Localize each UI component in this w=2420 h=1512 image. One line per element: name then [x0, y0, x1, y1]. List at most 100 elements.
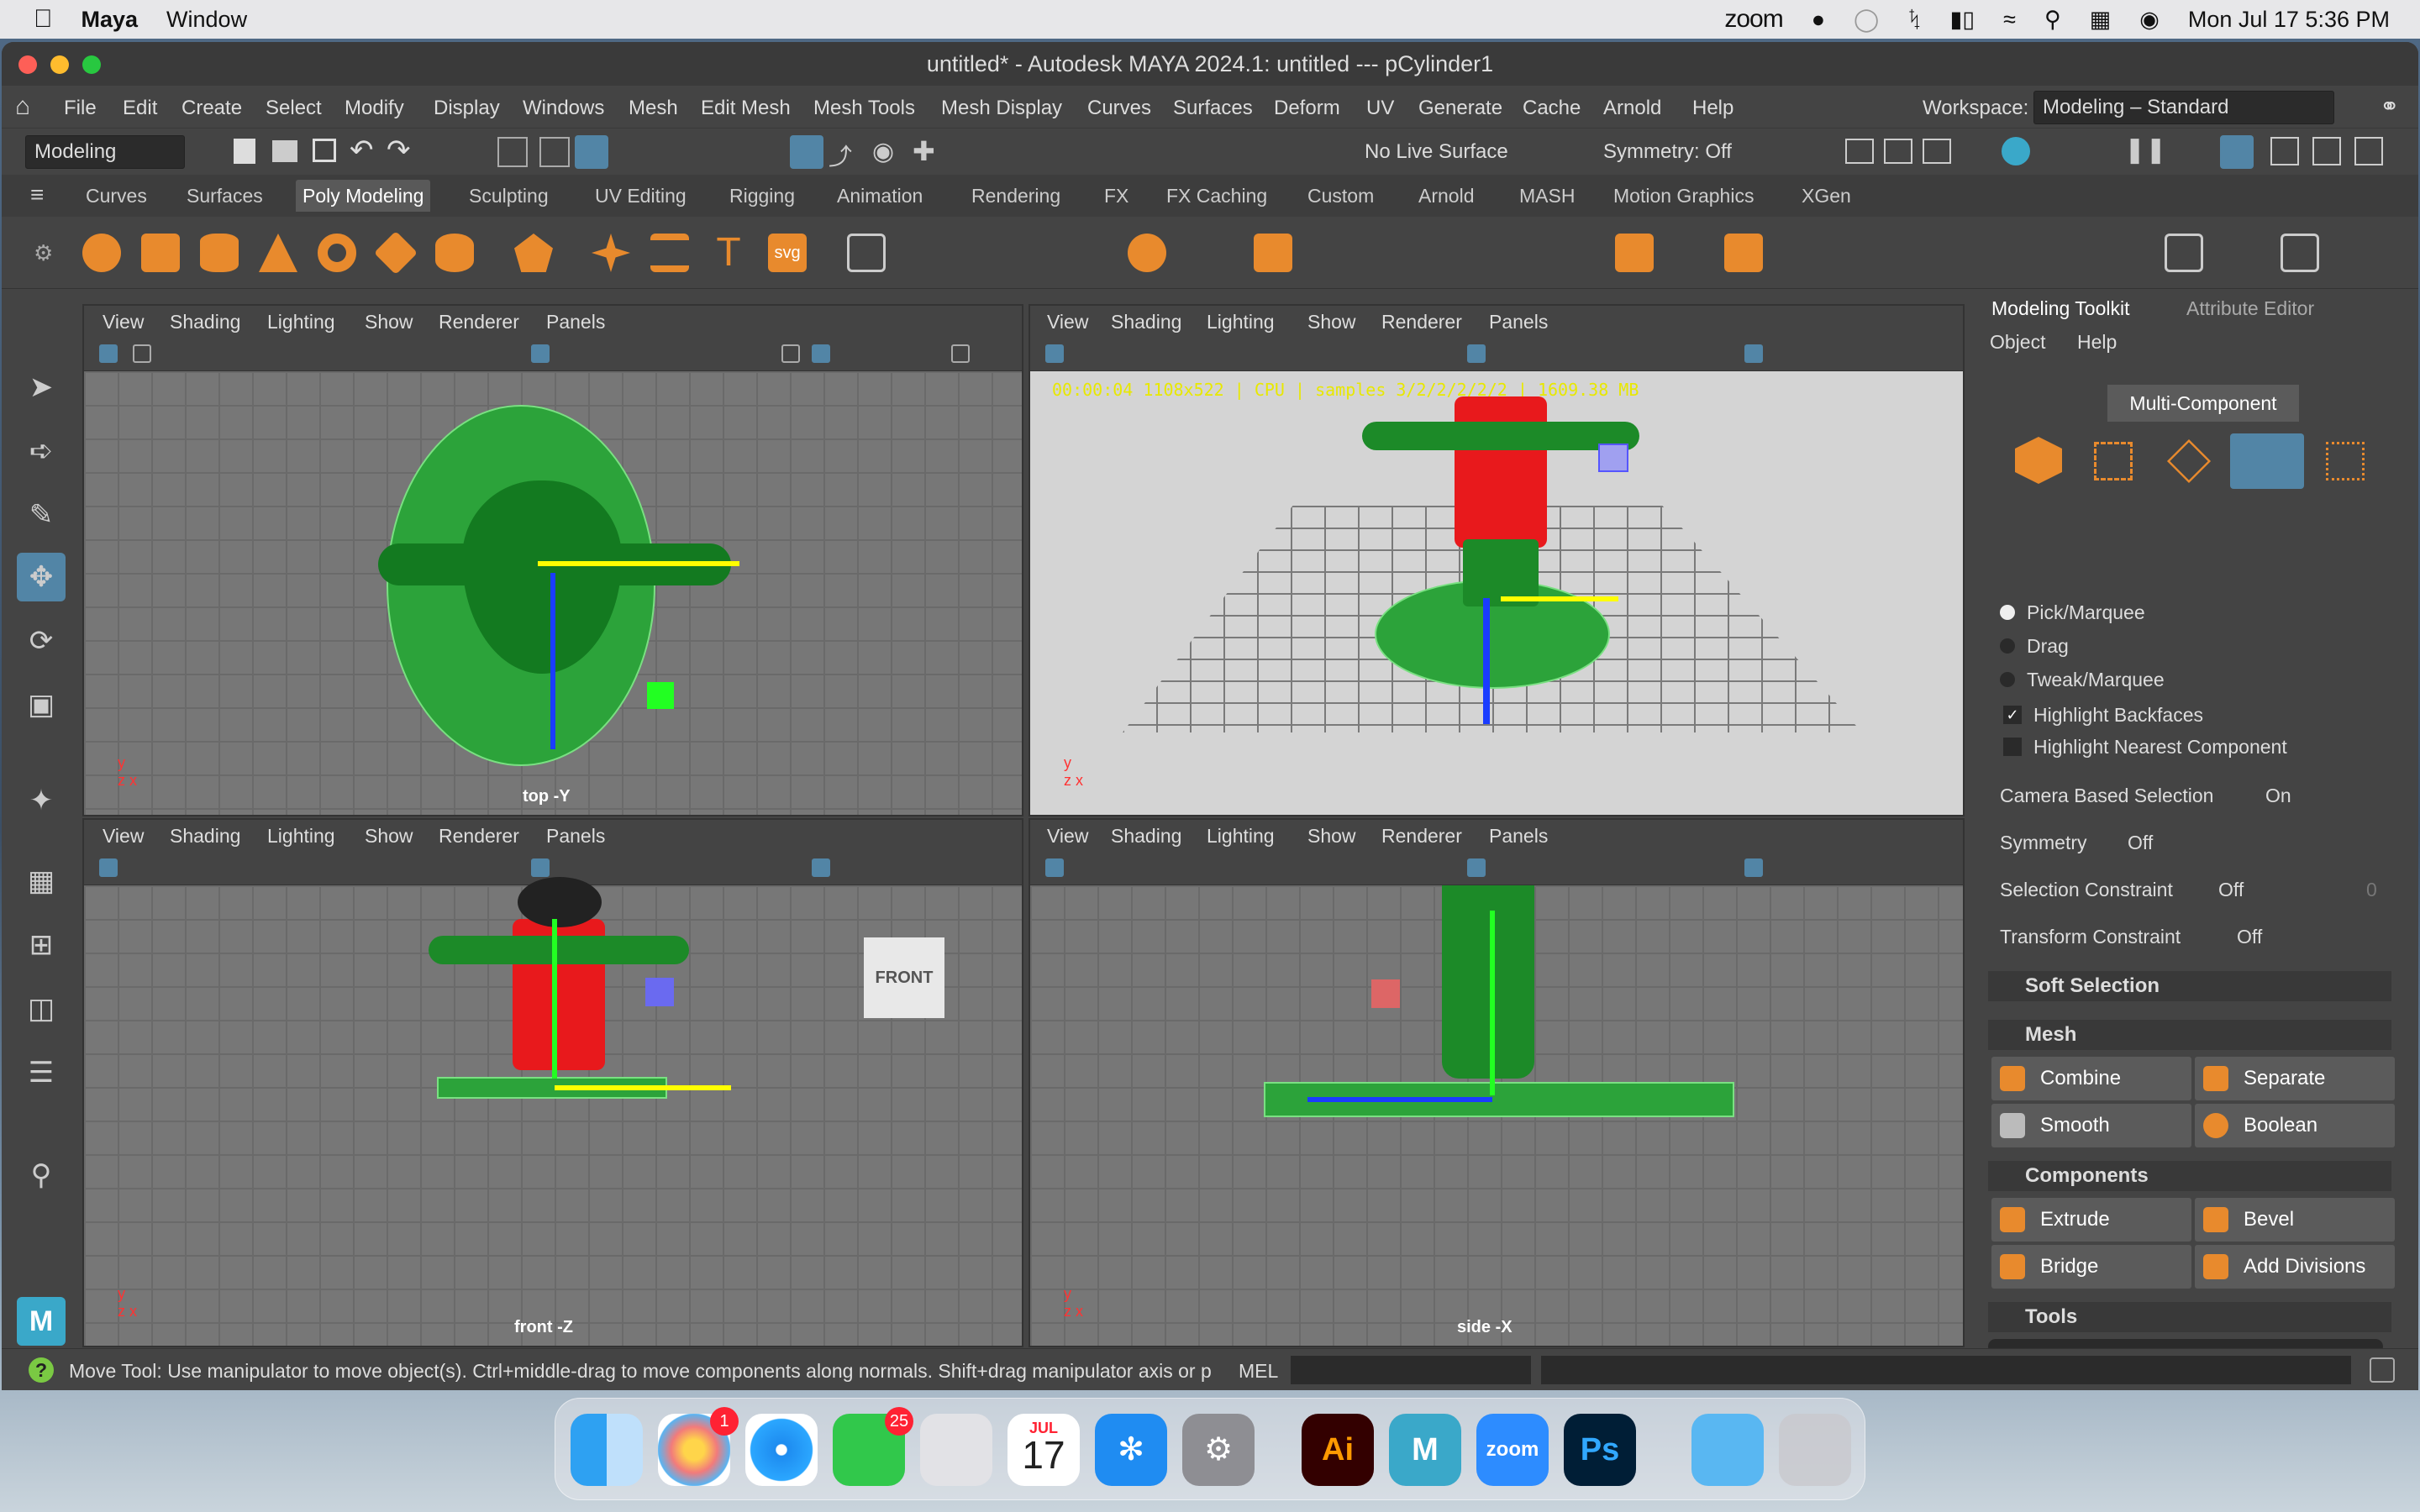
- mel-command-input[interactable]: [1291, 1356, 1531, 1384]
- transform-constraint-value[interactable]: Off: [2237, 926, 2262, 948]
- vp-front-menu-view[interactable]: View: [103, 825, 144, 848]
- checkbox-highlight-backfaces[interactable]: ✓: [2003, 706, 2022, 724]
- persp-grid-icon[interactable]: [1467, 344, 1486, 363]
- menu-display[interactable]: Display: [434, 97, 500, 120]
- bridge-shelf-icon[interactable]: [1724, 234, 1763, 272]
- downloads-folder-icon[interactable]: [1691, 1414, 1764, 1486]
- side-shade-icon[interactable]: [1744, 858, 1763, 877]
- menu-mesh[interactable]: Mesh: [629, 97, 678, 120]
- pause-render-icon[interactable]: ❚❚: [2124, 135, 2166, 165]
- app-store-icon[interactable]: ✻: [1095, 1414, 1167, 1486]
- single-view-icon[interactable]: ▦: [17, 857, 66, 906]
- manipulator-x-axis[interactable]: [538, 561, 739, 566]
- smooth-button[interactable]: Smooth: [1991, 1104, 2191, 1147]
- vp-persp-menu-show[interactable]: Show: [1307, 311, 1356, 333]
- paint-select-icon[interactable]: ✎: [17, 491, 66, 539]
- menu-edit-mesh[interactable]: Edit Mesh: [701, 97, 791, 120]
- lasso-tool-icon[interactable]: ➪: [17, 427, 66, 475]
- bluetooth-icon[interactable]: ᛪ: [1907, 7, 1921, 33]
- viewport-persp-canvas[interactable]: 00:00:04 1108x522 | CPU | samples 3/2/2/…: [1030, 371, 1963, 815]
- illustrator-icon[interactable]: Ai: [1302, 1414, 1374, 1486]
- close-button[interactable]: [18, 55, 37, 74]
- svg-tool-icon[interactable]: svg: [768, 234, 807, 272]
- vp-side-menu-view[interactable]: View: [1047, 825, 1088, 848]
- camera-based-selection-value[interactable]: On: [2265, 785, 2291, 807]
- menu-deform[interactable]: Deform: [1274, 97, 1340, 120]
- shelf-tab-uv-editing[interactable]: UV Editing: [595, 185, 687, 207]
- radio-tweak-marquee[interactable]: [2000, 672, 2015, 687]
- vp-top-menu-show[interactable]: Show: [365, 311, 413, 333]
- vp-front-menu-renderer[interactable]: Renderer: [439, 825, 519, 848]
- select-tool-icon[interactable]: ➤: [17, 363, 66, 412]
- bookmark-icon[interactable]: [133, 344, 151, 363]
- trash-icon[interactable]: [1779, 1414, 1851, 1486]
- snap-view-icon[interactable]: ✚: [913, 135, 935, 167]
- manipulator-z-side[interactable]: [1307, 1097, 1492, 1102]
- add-divisions-button[interactable]: Add Divisions: [2195, 1245, 2395, 1289]
- shelf-tab-mash[interactable]: MASH: [1519, 185, 1575, 207]
- quad-draw-icon[interactable]: [2281, 234, 2319, 272]
- scale-tool-icon[interactable]: ▣: [17, 680, 66, 729]
- bevel-button[interactable]: Bevel: [2195, 1198, 2395, 1242]
- workspace-dropdown[interactable]: Modeling – Standard: [2033, 91, 2334, 124]
- bridge-button[interactable]: Bridge: [1991, 1245, 2191, 1289]
- snap-curve-icon[interactable]: ⤴: [829, 139, 852, 172]
- vp-front-menu-show[interactable]: Show: [365, 825, 413, 848]
- poly-torus-icon[interactable]: [318, 234, 356, 272]
- shelf-tab-poly-modeling[interactable]: Poly Modeling: [296, 180, 431, 212]
- apple-icon[interactable]: : [34, 5, 53, 34]
- selection-constraint-label[interactable]: Selection Constraint: [2000, 879, 2173, 901]
- viewport-front[interactable]: View Shading Lighting Show Renderer Pane…: [82, 818, 1023, 1347]
- side-camera-icon[interactable]: [1045, 858, 1064, 877]
- minimize-button[interactable]: [50, 55, 69, 74]
- platonic-solid-icon[interactable]: [514, 234, 553, 272]
- shelf-tab-fx[interactable]: FX: [1104, 185, 1128, 207]
- extrude-button[interactable]: Extrude: [1991, 1198, 2191, 1242]
- tab-attribute-editor[interactable]: Attribute Editor: [2186, 297, 2314, 320]
- shelf-settings-icon[interactable]: ⚙: [34, 240, 53, 266]
- vp-top-menu-view[interactable]: View: [103, 311, 144, 333]
- vp-top-menu-shading[interactable]: Shading: [170, 311, 240, 333]
- ipr-render-icon[interactable]: [1923, 139, 1951, 164]
- menu-create[interactable]: Create: [182, 97, 242, 120]
- menu-mesh-display[interactable]: Mesh Display: [941, 97, 1062, 120]
- poly-cone-icon[interactable]: [259, 234, 297, 272]
- mel-result-field[interactable]: [1541, 1356, 2351, 1384]
- select-hierarchy-icon[interactable]: [497, 137, 528, 167]
- open-scene-icon[interactable]: [272, 140, 297, 162]
- app-menu-maya[interactable]: Maya: [82, 7, 139, 33]
- photoshop-icon[interactable]: Ps: [1564, 1414, 1636, 1486]
- home-icon[interactable]: ⌂: [15, 92, 30, 121]
- menu-arnold[interactable]: Arnold: [1603, 97, 1661, 120]
- vp-side-menu-renderer[interactable]: Renderer: [1381, 825, 1462, 848]
- character-leg-side[interactable]: [1442, 885, 1534, 1079]
- manipulator-blue-persp[interactable]: [1483, 598, 1490, 724]
- shelf-menu-icon[interactable]: ≡: [30, 181, 44, 208]
- vp-top-menu-renderer[interactable]: Renderer: [439, 311, 519, 333]
- wifi-icon[interactable]: ≈: [2003, 7, 2016, 33]
- symmetry-label[interactable]: Symmetry: [2000, 832, 2087, 854]
- sweep-mesh-icon[interactable]: [650, 234, 689, 272]
- shelf-tab-rendering[interactable]: Rendering: [971, 185, 1060, 207]
- vp-top-menu-panels[interactable]: Panels: [546, 311, 605, 333]
- manipulator-square-front[interactable]: [645, 978, 674, 1006]
- shelf-tab-sculpting[interactable]: Sculpting: [469, 185, 549, 207]
- viewport-side[interactable]: View Shading Lighting Show Renderer Pane…: [1028, 818, 1965, 1347]
- zoom-status-icon[interactable]: zoom: [1724, 5, 1783, 34]
- vertex-mode-icon[interactable]: [2094, 442, 2133, 480]
- separate-button[interactable]: Separate: [2195, 1057, 2395, 1100]
- menubar-clock[interactable]: Mon Jul 17 5:36 PM: [2188, 7, 2390, 33]
- smooth-shade-icon[interactable]: [812, 344, 830, 363]
- view-cube[interactable]: FRONT: [864, 937, 944, 1018]
- multi-component-button[interactable]: Multi-Component: [2107, 385, 2299, 422]
- persp-shade-icon[interactable]: [1744, 344, 1763, 363]
- toggle-modeling-toolkit-icon[interactable]: [2220, 135, 2254, 169]
- manipulator-y-side[interactable]: [1490, 911, 1495, 1095]
- vp-side-menu-lighting[interactable]: Lighting: [1207, 825, 1275, 848]
- symmetry-value[interactable]: Off: [2128, 832, 2153, 854]
- menu-modify[interactable]: Modify: [345, 97, 404, 120]
- poly-sphere-icon[interactable]: [82, 234, 121, 272]
- battery-icon[interactable]: ▮▯: [1949, 7, 1975, 33]
- combine-button[interactable]: Combine: [1991, 1057, 2191, 1100]
- selection-constraint-extra[interactable]: 0: [2366, 879, 2377, 901]
